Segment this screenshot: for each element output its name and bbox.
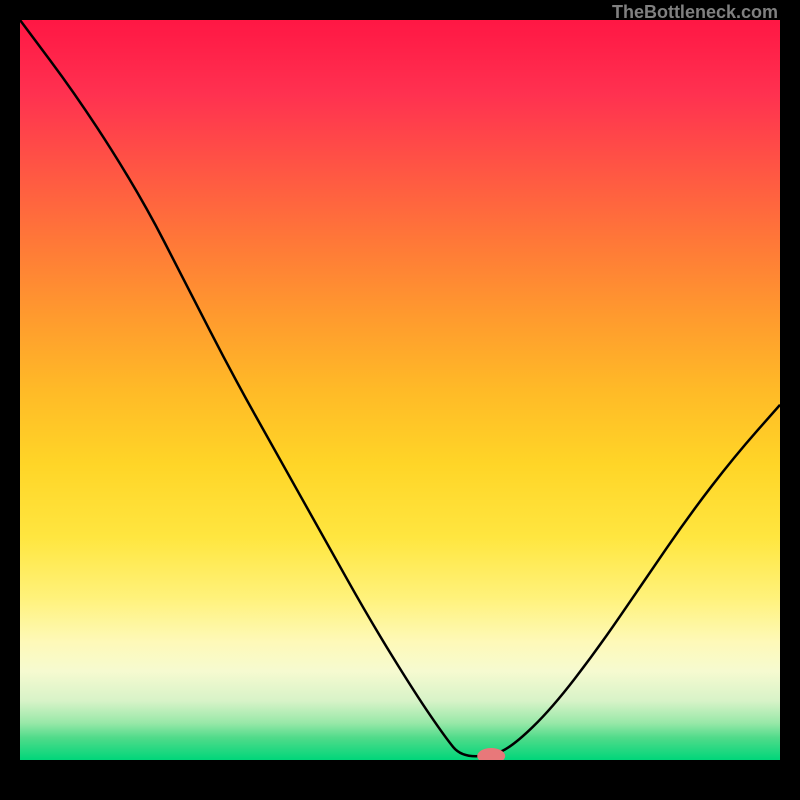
- chart-svg: [20, 20, 780, 760]
- attribution-text: TheBottleneck.com: [612, 2, 778, 23]
- chart-background: [20, 20, 780, 760]
- chart-container: [20, 20, 780, 780]
